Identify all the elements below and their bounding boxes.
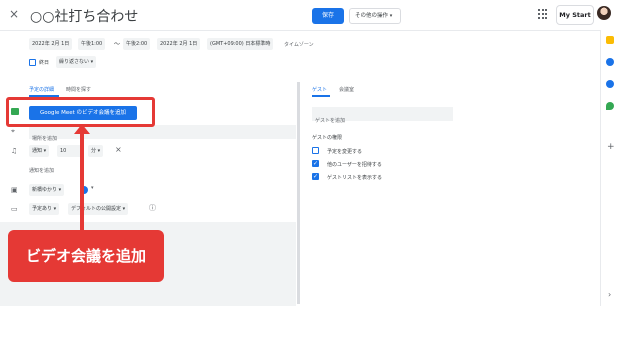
chevron-down-icon: ▾	[97, 148, 101, 154]
notification-unit-label: 分	[91, 148, 97, 154]
location-input[interactable]: 場所を追加	[29, 125, 296, 142]
permission-modify-checkbox[interactable]	[312, 147, 319, 154]
time-separator: 〜	[114, 41, 121, 48]
all-day-label: 終日	[39, 60, 50, 66]
tab-find-time[interactable]: 時間を探す	[66, 86, 91, 93]
start-time-field[interactable]: 午後1:00	[78, 38, 106, 50]
event-title-input[interactable]: ○○社打ち合わせ	[30, 6, 138, 26]
chevron-down-icon: ▾	[53, 206, 57, 212]
permission-see-list-label: ゲストリストを表示する	[327, 175, 383, 181]
chevron-down-icon: ▾	[58, 187, 62, 193]
availability-dropdown[interactable]: 予定あり ▾	[29, 203, 60, 215]
tab-rooms[interactable]: 会議室	[339, 86, 354, 93]
chevron-down-icon: ▾	[43, 148, 47, 154]
more-actions-button[interactable]: その他の操作 ▾	[349, 8, 401, 24]
annotation-arrow	[80, 131, 84, 236]
calendar-event-editor: × ○○社打ち合わせ 保存 その他の操作 ▾ My Start 2022年 2月…	[0, 0, 620, 306]
annotation-highlight-frame	[6, 97, 155, 127]
chevron-right-icon[interactable]: ›	[608, 290, 611, 299]
calendar-name-label: 新橋ゆかり	[32, 187, 58, 193]
end-time-field[interactable]: 午後2:00	[123, 38, 151, 50]
scrollbar[interactable]	[297, 82, 300, 304]
add-guest-placeholder: ゲストを追加	[315, 118, 346, 124]
chevron-down-icon: ▾	[389, 13, 393, 19]
more-actions-label: その他の操作	[355, 13, 389, 19]
add-notification-link[interactable]: 通知を追加	[29, 167, 54, 174]
permission-invite-label: 他のユーザーを招待する	[327, 162, 382, 168]
brand-logo[interactable]: My Start	[556, 5, 594, 25]
annotation-callout: ビデオ会議を追加	[8, 230, 164, 282]
tab-guests-underline	[312, 95, 330, 97]
add-addon-icon[interactable]: +	[607, 142, 615, 152]
chevron-down-icon[interactable]: ▾	[91, 185, 94, 191]
annotation-arrow-head	[74, 124, 90, 134]
side-panel-rail: + ›	[600, 30, 620, 306]
start-date-field[interactable]: 2022年 2月 1日	[29, 38, 73, 50]
bell-icon: ♫	[11, 147, 18, 155]
add-guest-input[interactable]: ゲストを追加	[312, 107, 453, 124]
permission-see-list-checkbox[interactable]	[312, 173, 319, 180]
chevron-down-icon: ▾	[90, 59, 94, 65]
save-button[interactable]: 保存	[312, 8, 344, 24]
close-icon[interactable]: ×	[9, 7, 19, 21]
maps-icon[interactable]	[606, 102, 614, 110]
permission-modify-label: 予定を変更する	[327, 149, 363, 155]
timezone-field[interactable]: (GMT+09:00) 日本標準時	[207, 38, 274, 50]
availability-label: 予定あり	[32, 206, 53, 212]
visibility-label: デフォルトの公開設定	[71, 206, 122, 212]
location-pin-icon: ⌖	[11, 127, 15, 135]
timezone-link[interactable]: タイムゾーン	[284, 41, 314, 48]
repeat-label: 繰り返さない	[59, 59, 90, 65]
tab-guests[interactable]: ゲスト	[312, 86, 327, 93]
keep-icon[interactable]	[606, 36, 614, 44]
avatar[interactable]	[597, 6, 611, 20]
briefcase-icon: ▭	[11, 205, 18, 213]
end-date-field[interactable]: 2022年 2月 1日	[157, 38, 201, 50]
calendar-select[interactable]: 新橋ゆかり ▾	[29, 184, 65, 196]
visibility-dropdown[interactable]: デフォルトの公開設定 ▾	[68, 203, 129, 215]
guest-permissions-title: ゲストの権限	[312, 135, 343, 141]
contacts-icon[interactable]	[606, 80, 614, 88]
help-icon[interactable]: ⓘ	[149, 203, 156, 213]
notification-unit-dropdown[interactable]: 分 ▾	[88, 145, 104, 157]
tab-details[interactable]: 予定の詳細	[29, 86, 54, 93]
all-day-checkbox[interactable]	[29, 59, 36, 66]
remove-notification-icon[interactable]: ×	[115, 145, 122, 154]
chevron-down-icon: ▾	[122, 206, 126, 212]
location-placeholder: 場所を追加	[32, 136, 58, 142]
apps-grid-icon[interactable]	[538, 9, 548, 19]
calendar-icon: ▣	[11, 186, 18, 194]
header-divider	[0, 30, 600, 31]
page-margin	[0, 306, 620, 348]
repeat-dropdown[interactable]: 繰り返さない ▾	[56, 56, 97, 68]
tasks-icon[interactable]	[606, 58, 614, 66]
permission-invite-checkbox[interactable]	[312, 160, 319, 167]
notification-type-dropdown[interactable]: 通知 ▾	[29, 145, 50, 157]
notification-type-label: 通知	[32, 148, 43, 154]
